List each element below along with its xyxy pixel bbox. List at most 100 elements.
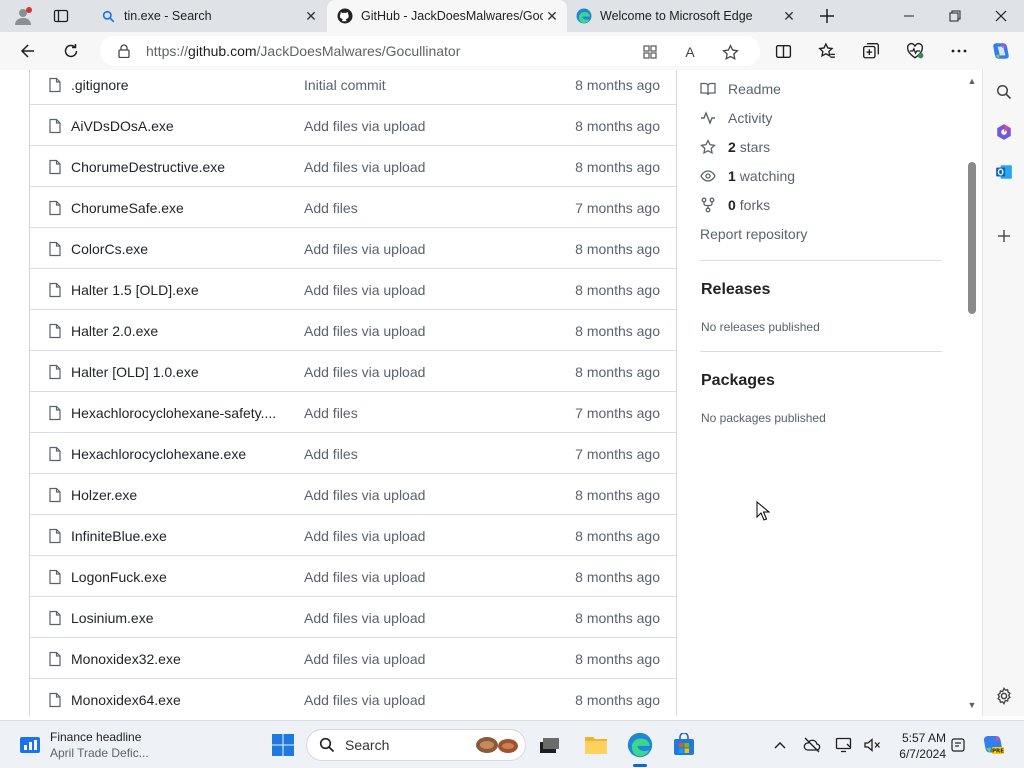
- commit-message-link[interactable]: Add files via upload: [304, 692, 425, 708]
- file-row[interactable]: ChorumeDestructive.exe Add files via uplo…: [30, 146, 676, 187]
- sidebar-settings-button[interactable]: [990, 682, 1018, 710]
- commit-message-link[interactable]: Initial commit: [304, 77, 386, 93]
- sidebar-copilot-button[interactable]: [990, 118, 1018, 146]
- file-name-link[interactable]: ColorCs.exe: [71, 241, 148, 257]
- url-bar[interactable]: https://github.com/JackDoesMalwares/Gocu…: [100, 36, 760, 66]
- scroll-down-arrow-icon[interactable]: ▼: [966, 700, 978, 710]
- network-tray-button[interactable]: [834, 735, 854, 755]
- browser-essentials-button[interactable]: [900, 36, 930, 66]
- file-name-link[interactable]: ChorumeDestructive.exe: [71, 159, 225, 175]
- commit-message-link[interactable]: Add files via upload: [304, 118, 425, 134]
- activity-link[interactable]: Activity: [700, 108, 772, 128]
- page-scrollbar[interactable]: ▲ ▼: [962, 70, 982, 716]
- refresh-button[interactable]: [56, 36, 86, 66]
- favorite-star-icon[interactable]: [720, 42, 740, 62]
- file-row[interactable]: AiVDsDOsA.exe Add files via upload 8 month…: [30, 105, 676, 146]
- restore-button[interactable]: [932, 0, 978, 32]
- cloud-sync-tray-button[interactable]: [802, 735, 822, 755]
- commit-message-link[interactable]: Add files via upload: [304, 282, 425, 298]
- commit-message-link[interactable]: Add files: [304, 446, 358, 462]
- microsoft-store-button[interactable]: [668, 729, 700, 761]
- commit-message-link[interactable]: Add files via upload: [304, 364, 425, 380]
- commit-message-link[interactable]: Add files via upload: [304, 528, 425, 544]
- tab-edge-welcome[interactable]: Welcome to Microsoft Edge ✕: [568, 0, 804, 32]
- close-window-button[interactable]: [978, 0, 1024, 32]
- file-name-link[interactable]: Hexachlorocyclohexane.exe: [71, 446, 246, 462]
- tab-search[interactable]: tin.exe - Search ✕: [92, 0, 326, 32]
- back-button[interactable]: [12, 36, 42, 66]
- file-name-link[interactable]: LogonFuck.exe: [71, 569, 167, 585]
- sidebar-search-button[interactable]: [990, 78, 1018, 106]
- close-tab-icon[interactable]: ✕: [543, 7, 561, 25]
- file-row[interactable]: Hexachlorocyclohexane.exe Add files 7 mont…: [30, 433, 676, 474]
- file-row[interactable]: Halter [OLD] 1.0.exe Add files via upload…: [30, 351, 676, 392]
- file-row[interactable]: Monoxidex64.exe Add files via upload 8 mon…: [30, 679, 676, 716]
- close-tab-icon[interactable]: ✕: [302, 7, 320, 25]
- task-view-button[interactable]: [533, 729, 565, 761]
- notifications-button[interactable]: [948, 735, 968, 755]
- favorites-button[interactable]: [812, 36, 842, 66]
- file-name-link[interactable]: Halter 2.0.exe: [71, 323, 158, 339]
- commit-message-link[interactable]: Add files: [304, 200, 358, 216]
- file-row[interactable]: Holzer.exe Add files via upload 8 months a…: [30, 474, 676, 515]
- system-clock[interactable]: 5:57 AM 6/7/2024: [886, 730, 946, 762]
- file-name-link[interactable]: AiVDsDOsA.exe: [71, 118, 174, 134]
- commit-message-link[interactable]: Add files via upload: [304, 569, 425, 585]
- file-name-link[interactable]: Monoxidex64.exe: [71, 692, 181, 708]
- file-explorer-button[interactable]: [580, 729, 612, 761]
- sidebar-outlook-button[interactable]: [990, 158, 1018, 186]
- sidebar-add-button[interactable]: [990, 222, 1018, 250]
- file-row[interactable]: ColorCs.exe Add files via upload 8 months …: [30, 228, 676, 269]
- file-name-link[interactable]: .gitignore: [71, 77, 129, 93]
- file-name-link[interactable]: Monoxidex32.exe: [71, 651, 181, 667]
- commit-message-link[interactable]: Add files via upload: [304, 610, 425, 626]
- file-name-link[interactable]: Losinium.exe: [71, 610, 154, 626]
- file-name-link[interactable]: Halter 1.5 [OLD].exe: [71, 282, 199, 298]
- settings-more-button[interactable]: [944, 36, 974, 66]
- close-tab-icon[interactable]: ✕: [780, 7, 798, 25]
- file-name-link[interactable]: Hexachlorocyclohexane-safety....: [71, 405, 276, 421]
- tab-actions-button[interactable]: [46, 1, 76, 31]
- file-row[interactable]: ChorumeSafe.exe Add files 7 months ago: [30, 187, 676, 228]
- file-row[interactable]: Halter 1.5 [OLD].exe Add files via upload…: [30, 269, 676, 310]
- profile-button[interactable]: [8, 1, 38, 31]
- file-row[interactable]: Hexachlorocyclohexane-safety.... Add file…: [30, 392, 676, 433]
- taskbar-search[interactable]: Search: [306, 729, 526, 761]
- lock-icon[interactable]: [116, 43, 132, 59]
- commit-message-link[interactable]: Add files via upload: [304, 241, 425, 257]
- copilot-button[interactable]: [986, 36, 1016, 66]
- file-row[interactable]: Monoxidex32.exe Add files via upload 8 mon…: [30, 638, 676, 679]
- read-aloud-icon[interactable]: A: [680, 42, 700, 62]
- app-available-icon[interactable]: [640, 42, 660, 62]
- start-button[interactable]: [267, 729, 299, 761]
- stars-link[interactable]: 2 stars: [700, 137, 770, 157]
- readme-link[interactable]: Readme: [700, 79, 781, 99]
- minimize-button[interactable]: [886, 0, 932, 32]
- forks-link[interactable]: 0 forks: [700, 195, 770, 215]
- releases-heading[interactable]: Releases: [701, 281, 770, 299]
- file-row[interactable]: LogonFuck.exe Add files via upload 8 month…: [30, 556, 676, 597]
- widgets-button[interactable]: Finance headline April Trade Defic...: [18, 729, 149, 761]
- split-screen-button[interactable]: [768, 36, 798, 66]
- file-row[interactable]: InfiniteBlue.exe Add files via upload 8 mo…: [30, 515, 676, 556]
- collections-button[interactable]: [856, 36, 886, 66]
- file-row[interactable]: .gitignore Initial commit 8 months ago: [30, 70, 676, 105]
- commit-message-link[interactable]: Add files via upload: [304, 651, 425, 667]
- report-repository-link[interactable]: Report repository: [700, 224, 807, 244]
- volume-tray-button[interactable]: [862, 735, 882, 755]
- file-name-link[interactable]: InfiniteBlue.exe: [71, 528, 167, 544]
- commit-message-link[interactable]: Add files via upload: [304, 487, 425, 503]
- file-name-link[interactable]: Holzer.exe: [71, 487, 137, 503]
- show-hidden-icons-button[interactable]: [770, 735, 790, 755]
- tab-github[interactable]: GitHub - JackDoesMalwares/Goc ✕: [327, 0, 567, 32]
- commit-message-link[interactable]: Add files via upload: [304, 159, 425, 175]
- file-row[interactable]: Halter 2.0.exe Add files via upload 8 mont…: [30, 310, 676, 351]
- edge-taskbar-button[interactable]: [624, 729, 656, 767]
- file-name-link[interactable]: Halter [OLD] 1.0.exe: [71, 364, 199, 380]
- file-row[interactable]: Losinium.exe Add files via upload 8 months…: [30, 597, 676, 638]
- new-tab-button[interactable]: [812, 1, 842, 31]
- watching-link[interactable]: 1 watching: [700, 166, 795, 186]
- file-name-link[interactable]: ChorumeSafe.exe: [71, 200, 184, 216]
- packages-heading[interactable]: Packages: [701, 372, 775, 390]
- copilot-preview-tray-button[interactable]: PRE: [980, 735, 1006, 755]
